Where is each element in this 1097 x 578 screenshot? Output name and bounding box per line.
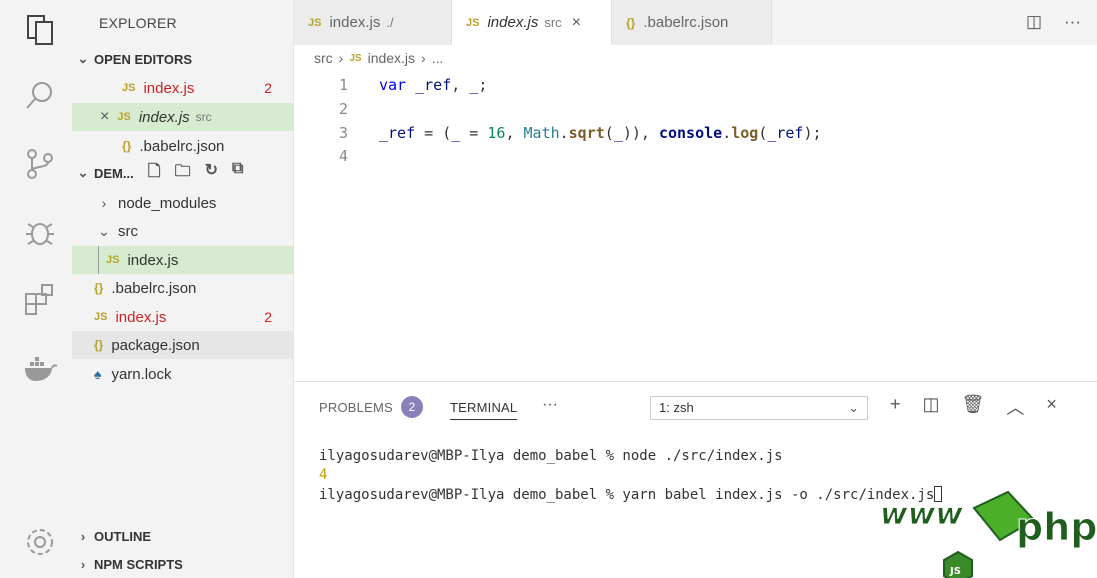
trash-icon[interactable]: 🗑 [962,394,985,420]
tree-item-file-selected[interactable]: JS index.js [72,246,294,274]
more-actions-icon[interactable]: ··· [1064,12,1081,32]
chevron-down-icon: ⌄ [77,51,89,66]
chevron-right-icon: › [101,195,107,211]
breadcrumb: src › JS index.js › ... [314,50,444,66]
watermark-php: php [1016,505,1097,549]
chevron-right-icon: › [338,50,344,66]
tree-item-file[interactable]: {} .babelrc.json [72,274,294,302]
code-line-1: var _ref, _; [379,76,488,94]
code-editor[interactable]: 1 2 3 4 var _ref, _; _ref = (_ = 16, Mat… [294,70,1097,380]
debug-icon[interactable] [22,214,58,250]
open-editor-item[interactable]: JS index.js 2 [72,74,294,102]
close-icon[interactable]: × [100,108,109,126]
terminal-select[interactable]: 1: zsh ⌄ [650,396,868,420]
open-editors-header[interactable]: ⌄ OPEN EDITORS [72,46,294,72]
more-icon[interactable]: ··· [542,396,558,414]
outline-header[interactable]: › OUTLINE [72,523,294,549]
js-file-icon: JS [466,16,480,29]
editor-tabs: JS index.js ./ JS index.js src × {} .bab… [294,0,1097,45]
line-number: 1 [338,76,348,94]
settings-gear-icon[interactable] [22,524,58,560]
error-count: 2 [264,80,272,96]
chevron-right-icon: › [421,50,426,66]
tab-terminal[interactable]: TERMINAL [450,400,518,420]
line-number: 3 [338,124,348,142]
json-file-icon: {} [94,338,104,352]
activity-bar [0,0,72,578]
tab-index-js-root[interactable]: JS index.js ./ [294,0,452,45]
terminal-line: ilyagosudarev@MBP-Ilya demo_babel % node… [319,448,783,464]
tree-item-file[interactable]: JS index.js 2 [72,303,294,331]
js-file-icon: JS [94,311,108,323]
add-terminal-icon[interactable]: + [890,394,901,420]
code-line-3: _ref = (_ = 16, Math.sqrt(_)), console.l… [379,124,822,142]
npm-scripts-header[interactable]: › NPM SCRIPTS [72,551,294,577]
docker-icon[interactable] [22,350,58,386]
watermark-www: www [880,497,963,532]
json-file-icon: {} [626,15,636,30]
json-file-icon: {} [94,281,104,295]
chevron-right-icon: › [80,528,86,544]
js-file-icon: JS [117,111,131,123]
yarn-icon: ♠ [94,366,102,382]
explorer-sidebar: EXPLORER ⌄ OPEN EDITORS JS index.js 2 × … [72,0,294,578]
chevron-down-icon: ⌄ [848,400,859,415]
tree-item-file[interactable]: ♠ yarn.lock [72,360,294,388]
explorer-icon[interactable] [22,12,58,48]
tree-item-file[interactable]: {} package.json [72,331,294,359]
chevron-up-icon[interactable]: ︿ [1006,394,1024,420]
tab-problems[interactable]: PROBLEMS [319,400,393,415]
close-icon[interactable]: × [572,14,581,32]
json-file-icon: {} [122,139,132,153]
line-number: 4 [338,147,348,165]
explorer-title: EXPLORER [99,15,177,31]
tree-item-folder[interactable]: › node_modules [72,189,294,217]
new-file-icon[interactable]: 🗋 [148,160,161,187]
extensions-icon[interactable] [22,282,58,318]
tree-item-folder[interactable]: ⌄ src [72,217,294,245]
chevron-down-icon: ⌄ [98,222,110,239]
collapse-all-icon[interactable]: ⧉ [232,160,243,187]
chevron-right-icon: › [80,556,86,572]
split-editor-icon[interactable]: ◫ [1026,12,1042,32]
new-folder-icon[interactable]: 🗀 [175,160,191,187]
search-icon[interactable] [22,78,58,114]
tab-index-js-src[interactable]: JS index.js src × [452,0,612,45]
close-panel-icon[interactable]: × [1046,394,1057,420]
terminal-output: 4 [319,467,328,483]
open-editor-item-active[interactable]: × JS index.js src [72,103,294,131]
terminal-line[interactable]: ilyagosudarev@MBP-Ilya demo_babel % yarn… [319,486,943,503]
source-control-icon[interactable] [22,146,58,182]
indent-guide [98,246,99,274]
chevron-down-icon: ⌄ [77,165,89,180]
tab-babelrc[interactable]: {} .babelrc.json [612,0,772,45]
folder-header[interactable]: ⌄ DEM... 🗋 🗀 ↻ ⧉ [72,160,294,186]
refresh-icon[interactable]: ↻ [205,160,218,187]
problems-badge: 2 [401,396,423,418]
line-number: 2 [338,100,348,118]
error-count: 2 [264,309,272,325]
js-file-icon: JS [308,16,322,29]
split-terminal-icon[interactable]: ◫ [923,394,940,420]
js-file-icon: JS [122,82,136,94]
open-editor-item[interactable]: {} .babelrc.json [72,132,294,160]
php-watermark-logo: www php JS [880,490,1097,578]
js-file-icon: JS [106,254,120,266]
watermark-js: JS [949,566,961,577]
js-file-icon: JS [349,52,362,64]
